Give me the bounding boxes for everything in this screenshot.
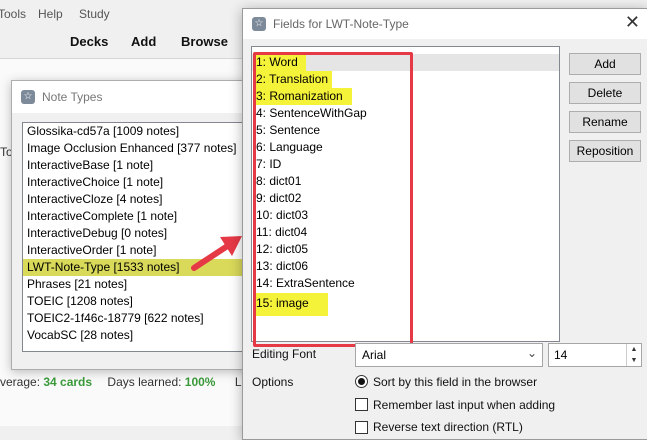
note-type-item[interactable]: Image Occlusion Enhanced [377 notes] xyxy=(23,140,261,157)
rtl-option-label: Reverse text direction (RTL) xyxy=(373,420,523,434)
days-label: Days learned: xyxy=(107,375,185,389)
fields-titlebar: ☆ Fields for LWT-Note-Type ✕ xyxy=(243,9,647,39)
font-size-spinbox[interactable]: 14 ▲ ▼ xyxy=(548,343,642,367)
font-select-value: Arial xyxy=(362,348,387,362)
field-item[interactable]: 3: Romanization xyxy=(256,88,343,105)
note-types-title: Note Types xyxy=(42,90,103,104)
sort-option-label: Sort by this field in the browser xyxy=(373,375,538,389)
field-item[interactable]: 7: ID xyxy=(256,156,281,173)
note-type-item[interactable]: Glossika-cd57a [1009 notes] xyxy=(23,123,261,140)
add-button[interactable]: Add xyxy=(569,53,641,75)
rename-button[interactable]: Rename xyxy=(569,111,641,133)
delete-button[interactable]: Delete xyxy=(569,82,641,104)
field-item[interactable]: 10: dict03 xyxy=(256,207,308,224)
close-icon[interactable]: ✕ xyxy=(625,12,640,33)
note-types-dialog: ☆ Note Types Glossika-cd57a [1009 notes]… xyxy=(11,80,263,370)
fields-dialog: ☆ Fields for LWT-Note-Type ✕ 1: Word 2: T… xyxy=(242,8,647,440)
anki-app-icon: ☆ xyxy=(252,17,266,31)
note-type-item[interactable]: VocabSC [28 notes] xyxy=(23,327,261,344)
note-type-item[interactable]: InteractiveCloze [4 notes] xyxy=(23,191,261,208)
toolbar-decks[interactable]: Decks xyxy=(70,34,108,49)
rtl-checkbox[interactable] xyxy=(355,421,368,434)
field-item[interactable]: 9: dict02 xyxy=(256,190,301,207)
average-value: 34 cards xyxy=(43,375,93,389)
editing-font-label: Editing Font xyxy=(252,347,317,361)
field-item[interactable]: 15: image xyxy=(256,295,309,312)
field-item[interactable]: 2: Translation xyxy=(256,71,328,88)
toolbar-add[interactable]: Add xyxy=(131,34,156,49)
note-type-item[interactable]: TOEIC2-1f46c-18779 [622 notes] xyxy=(23,310,261,327)
chevron-down-icon: ⌄ xyxy=(526,346,537,360)
field-item[interactable]: 11: dict04 xyxy=(256,224,307,241)
remember-option-label: Remember last input when adding xyxy=(373,398,556,412)
menu-tools[interactable]: Tools xyxy=(0,7,26,21)
note-type-item[interactable]: InteractiveComplete [1 note] xyxy=(23,208,261,225)
average-label: verage: xyxy=(0,375,44,389)
field-item[interactable]: 12: dict05 xyxy=(256,241,308,258)
anki-app-icon: ☆ xyxy=(21,90,35,104)
remember-checkbox[interactable] xyxy=(355,398,368,411)
field-item[interactable]: 8: dict01 xyxy=(256,173,301,190)
note-type-item[interactable]: InteractiveBase [1 note] xyxy=(23,157,261,174)
sort-radio[interactable] xyxy=(355,375,368,388)
field-item[interactable]: 4: SentenceWithGap xyxy=(256,105,367,122)
fields-title: Fields for LWT-Note-Type xyxy=(273,17,409,31)
menu-study[interactable]: Study xyxy=(79,7,110,21)
toolbar-browse[interactable]: Browse xyxy=(181,34,228,49)
note-type-item[interactable]: TOEIC [1208 notes] xyxy=(23,293,261,310)
reposition-button[interactable]: Reposition xyxy=(569,140,641,162)
field-item[interactable]: 13: dict06 xyxy=(256,258,308,275)
field-item[interactable]: 1: Word xyxy=(256,54,298,71)
font-select[interactable]: Arial ⌄ xyxy=(355,343,543,367)
field-item[interactable]: 14: ExtraSentence xyxy=(256,275,355,292)
fields-list[interactable]: 1: Word 2: Translation 3: Romanization 4: S… xyxy=(251,46,560,347)
menu-help[interactable]: Help xyxy=(38,7,63,21)
field-item[interactable]: 5: Sentence xyxy=(256,122,320,139)
note-types-titlebar: ☆ Note Types xyxy=(12,81,262,113)
options-label: Options xyxy=(252,375,294,389)
field-item[interactable]: 6: Language xyxy=(256,139,323,156)
font-size-value: 14 xyxy=(554,348,568,362)
annotation-arrow-icon xyxy=(191,236,242,271)
note-type-item[interactable]: InteractiveChoice [1 note] xyxy=(23,174,261,191)
note-type-item[interactable]: Phrases [21 notes] xyxy=(23,276,261,293)
spin-arrows-icon[interactable]: ▲ ▼ xyxy=(626,344,641,366)
days-value: 100% xyxy=(184,375,216,389)
stats-line: verage: 34 cards Days learned: 100% Long xyxy=(0,375,262,389)
